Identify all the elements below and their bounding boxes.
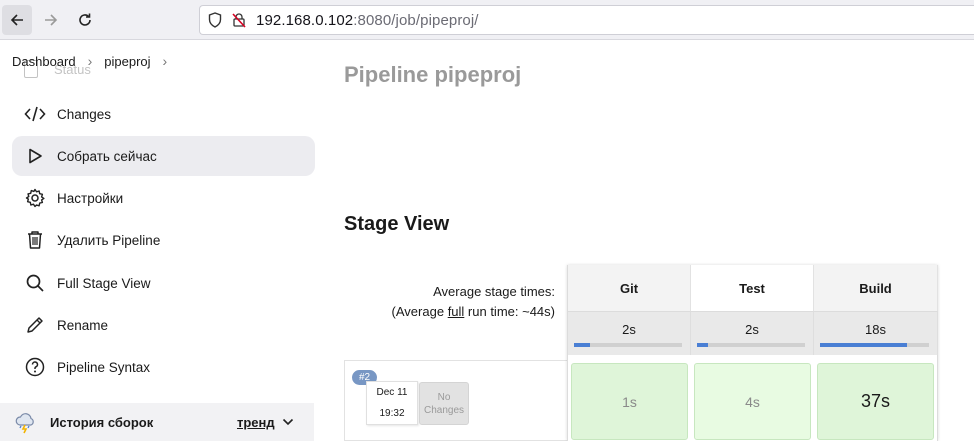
chevron-right-icon: › [87, 53, 93, 69]
breadcrumb: Dashboard › pipeproj › [0, 40, 179, 82]
trend-link[interactable]: тренд [237, 415, 275, 430]
sidebar-item-rename[interactable]: Rename [12, 305, 315, 345]
build-date-box: Dec 11 19:32 [366, 381, 418, 425]
stage-view-heading: Stage View [344, 213, 450, 235]
no-changes-box: No Changes [419, 382, 469, 425]
avg-bar-git [574, 343, 682, 347]
insecure-lock-icon[interactable] [230, 11, 248, 29]
shield-icon[interactable] [206, 11, 224, 29]
sidebar-item-label: Настройки [57, 190, 124, 206]
play-icon [24, 145, 46, 167]
average-times-label: Average stage times: (Average full run t… [295, 282, 555, 322]
avg-bar-fill-build [820, 343, 908, 347]
url-path: :8080/job/pipeproj/ [353, 11, 479, 29]
pencil-icon [24, 314, 46, 336]
breadcrumb-pipeproj[interactable]: pipeproj [104, 54, 150, 69]
breadcrumb-dashboard[interactable]: Dashboard [12, 54, 76, 69]
gear-icon [24, 187, 46, 209]
avg-cell-test: 2s [691, 311, 814, 355]
address-bar[interactable]: 192.168.0.102:8080/job/pipeproj/ [199, 5, 974, 35]
avg-time-build: 18s [865, 322, 886, 337]
browser-toolbar: 192.168.0.102:8080/job/pipeproj/ [0, 0, 974, 40]
average-stage-times-label: Average stage times: [433, 284, 555, 299]
chevron-down-icon[interactable] [282, 415, 294, 430]
avg-full-prefix: (Average [391, 304, 448, 319]
weather-storm-icon [14, 410, 38, 434]
sidebar-item-settings[interactable]: Настройки [12, 178, 315, 218]
reload-button[interactable] [70, 5, 100, 35]
stage-header-git: Git [568, 265, 691, 311]
sidebar-item-pipeline-syntax[interactable]: Pipeline Syntax [12, 347, 315, 387]
build-history-title: История сборок [50, 414, 154, 430]
avg-time-test: 2s [745, 322, 759, 337]
sidebar-item-label: Rename [57, 317, 109, 333]
stage-view-table: Git Test Build 2s 2s 18s 1s 4s 37s [567, 265, 938, 441]
avg-time-git: 2s [622, 322, 636, 337]
sidebar-item-label: Changes [57, 106, 112, 122]
avg-bar-test [697, 343, 805, 347]
full-run-link[interactable]: full [448, 304, 465, 319]
sidebar-item-label: Pipeline Syntax [57, 359, 151, 375]
sidebar-item-delete-pipeline[interactable]: Удалить Pipeline [12, 220, 315, 260]
avg-full-suffix: run time: ~44s) [464, 304, 555, 319]
sidebar-item-full-stage-view[interactable]: Full Stage View [12, 263, 315, 303]
sidebar-item-label: Удалить Pipeline [57, 232, 161, 248]
avg-cell-build: 18s [814, 311, 938, 355]
arrow-right-icon [45, 14, 58, 26]
avg-bar-build [820, 343, 929, 347]
sidebar-item-label: Full Stage View [57, 275, 151, 291]
forward-button[interactable] [36, 5, 66, 35]
stage-result-git[interactable]: 1s [571, 363, 688, 440]
arrow-left-icon [10, 14, 23, 26]
build-date: Dec 11 [376, 387, 408, 398]
page-title: Pipeline pipeproj [344, 62, 522, 87]
help-icon [24, 356, 46, 378]
avg-bar-fill-git [574, 343, 591, 347]
code-icon [24, 103, 46, 125]
reload-icon [79, 13, 91, 26]
build-row[interactable]: #2 Dec 11 19:32 No Changes [344, 360, 568, 441]
avg-bar-fill-test [697, 343, 708, 347]
build-time: 19:32 [379, 408, 405, 419]
chevron-right-icon[interactable]: › [163, 53, 168, 69]
sidebar-item-label: Собрать сейчас [57, 148, 157, 164]
stage-header-test: Test [691, 265, 814, 311]
average-full-run-label: (Average full run time: ~44s) [295, 302, 555, 322]
build-history-panel: История сборок тренд [0, 403, 314, 441]
search-icon [24, 272, 46, 294]
stage-result-build[interactable]: 37s [817, 363, 934, 440]
stage-header-build: Build [814, 265, 938, 311]
stage-result-test[interactable]: 4s [694, 363, 811, 440]
sidebar-item-build-now[interactable]: Собрать сейчас [12, 136, 315, 176]
avg-cell-git: 2s [568, 311, 691, 355]
back-button[interactable] [2, 5, 32, 35]
sidebar-item-changes[interactable]: Changes [12, 94, 315, 134]
url-host: 192.168.0.102 [256, 11, 354, 29]
trash-icon [24, 229, 46, 251]
url-text: 192.168.0.102:8080/job/pipeproj/ [256, 12, 479, 29]
